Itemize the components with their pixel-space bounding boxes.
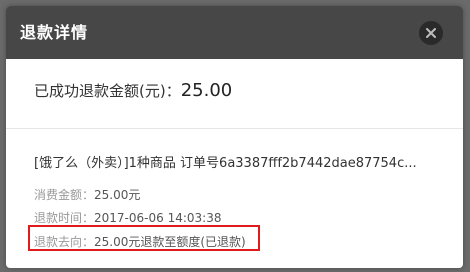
refund-time-label: 退款时间： xyxy=(34,211,95,225)
consume-amount-label: 消费金额： xyxy=(34,188,95,202)
close-button[interactable] xyxy=(419,21,443,45)
highlight-annotation-box xyxy=(28,225,260,251)
refund-amount-label: 已成功退款金额(元)： xyxy=(34,82,181,100)
dialog-title: 退款详情 xyxy=(20,23,89,42)
refund-details-dialog: 退款详情 已成功退款金额(元)：25.00 [饿了么（外卖）]1种商品 订单号6… xyxy=(6,6,463,268)
refund-amount-row: 已成功退款金额(元)：25.00 xyxy=(34,80,232,101)
divider xyxy=(6,128,463,129)
close-icon xyxy=(426,28,436,38)
dialog-header: 退款详情 xyxy=(6,6,463,59)
refund-time-row: 退款时间：2017-06-06 14:03:38 xyxy=(34,209,221,226)
order-title: [饿了么（外卖）]1种商品 订单号6a3387fff2b7442dae87754… xyxy=(34,156,417,171)
consume-amount-row: 消费金额：25.00元 xyxy=(34,186,140,203)
refund-time-value: 2017-06-06 14:03:38 xyxy=(94,211,222,225)
refund-amount-value: 25.00 xyxy=(180,80,233,101)
consume-amount-value: 25.00元 xyxy=(94,188,141,202)
